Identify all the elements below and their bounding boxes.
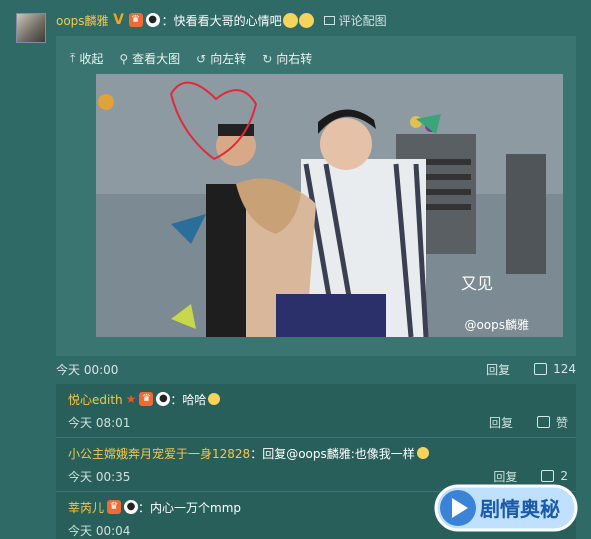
avatar[interactable] (16, 13, 46, 43)
comment-text: ：回复@oops麟雅:也像我一样 (250, 446, 415, 461)
post-image[interactable]: 又见 @oops麟雅 (96, 74, 563, 337)
panda-icon: ● (124, 500, 139, 514)
search-icon: ⚲ (119, 51, 129, 66)
smile-icon (416, 447, 429, 459)
star-icon: ★ (125, 392, 137, 406)
post-username[interactable]: oops麟雅 (56, 12, 109, 29)
comment-meta: 今天 08:01 回复 赞 (68, 412, 568, 432)
comment-content: 悦心edith ★ ♛ ● ：哈哈 (68, 390, 568, 408)
media-toolbar: ⤒ 收起 ⚲ 查看大图 ↺ 向左转 ↻ 向右转 (70, 50, 312, 67)
view-large-button[interactable]: ⚲ 查看大图 (119, 50, 180, 67)
photo-illustration: 又见 (96, 74, 563, 337)
rotate-right-label: 向右转 (276, 52, 313, 66)
site-logo: 剧情奥秘 (430, 480, 580, 536)
comment-author[interactable]: 悦心edith (68, 391, 123, 408)
watermark: @oops麟雅 (464, 318, 529, 332)
panda-icon: ● (145, 13, 160, 27)
comment-item: 悦心edith ★ ♛ ● ：哈哈 今天 08:01 回复 赞 (68, 390, 568, 432)
rotate-left-icon: ↺ (196, 51, 207, 66)
like-button[interactable]: 124 (534, 362, 576, 376)
media-panel: ⤒ 收起 ⚲ 查看大图 ↺ 向左转 ↻ 向右转 又见 @oops麟雅 (56, 36, 576, 356)
comment-author[interactable]: 莘芮儿 (68, 499, 104, 516)
logo-graphic: 剧情奥秘 (434, 484, 578, 532)
rotate-left-button[interactable]: ↺ 向左转 (196, 50, 246, 67)
comment-author[interactable]: 小公主嫦娥奔月宠爱于一身12828 (68, 445, 250, 462)
rotate-right-icon: ↻ (262, 51, 273, 66)
post-header: oops麟雅 V ♛ ● ：快看看大哥的心情吧 评论配图 (56, 11, 387, 29)
reply-button[interactable]: 回复 (489, 414, 513, 431)
verified-icon: V (113, 12, 124, 28)
comment-divider (56, 437, 576, 438)
emoji-icon (282, 12, 298, 28)
reply-button[interactable]: 回复 (486, 361, 510, 378)
view-large-label: 查看大图 (132, 52, 181, 66)
comment-text: ：哈哈 (170, 392, 207, 407)
comment-content: 小公主嫦娥奔月宠爱于一身12828 ：回复@oops麟雅:也像我一样 (68, 444, 568, 462)
post-text: ：快看看大哥的心情吧 (161, 13, 282, 28)
vip-icon: ♛ (128, 13, 143, 27)
comment-time: 今天 08:01 (68, 415, 131, 430)
rotate-right-button[interactable]: ↻ 向右转 (262, 50, 312, 67)
emoji-icon (298, 12, 314, 28)
post-time: 今天 00:00 (56, 362, 119, 377)
panda-icon: ● (156, 392, 171, 406)
smile-icon (208, 393, 221, 405)
thumbs-up-icon (534, 363, 548, 375)
vip-icon: ♛ (139, 392, 154, 406)
vip-icon: ♛ (107, 500, 122, 514)
arrow-up-icon: ⤒ (70, 51, 76, 65)
photo-overlay-text: 又见 (461, 274, 493, 293)
comment-text: ：内心一万个mmp (138, 500, 242, 515)
collapse-label: 收起 (79, 52, 104, 66)
image-icon (323, 15, 335, 25)
like-button[interactable]: 赞 (536, 414, 568, 431)
like-label: 赞 (555, 415, 568, 430)
pic-comment-link[interactable]: 评论配图 (323, 12, 387, 29)
rotate-left-label: 向左转 (210, 52, 247, 66)
thumbs-up-icon (536, 416, 550, 428)
collapse-button[interactable]: ⤒ 收起 (70, 50, 103, 67)
post-meta: 今天 00:00 回复 124 (56, 358, 576, 380)
like-count: 124 (553, 362, 576, 376)
logo-text: 剧情奥秘 (480, 497, 560, 521)
pic-comment-label: 评论配图 (338, 13, 387, 28)
